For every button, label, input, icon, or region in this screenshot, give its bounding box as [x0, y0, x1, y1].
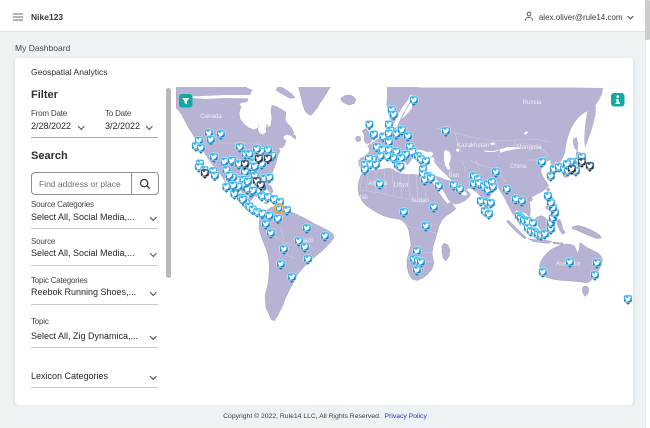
svg-text:Kazakhstan: Kazakhstan [457, 142, 490, 149]
svg-text:Sudan: Sudan [411, 197, 429, 204]
svg-text:Iran: Iran [449, 172, 460, 179]
svg-text:Libya: Libya [394, 182, 409, 189]
svg-text:China: China [510, 163, 527, 170]
svg-text:Russia: Russia [523, 99, 542, 106]
svg-text:Mongolia: Mongolia [516, 144, 542, 151]
svg-text:Mali: Mali [356, 194, 367, 201]
svg-text:Canada: Canada [200, 113, 222, 120]
